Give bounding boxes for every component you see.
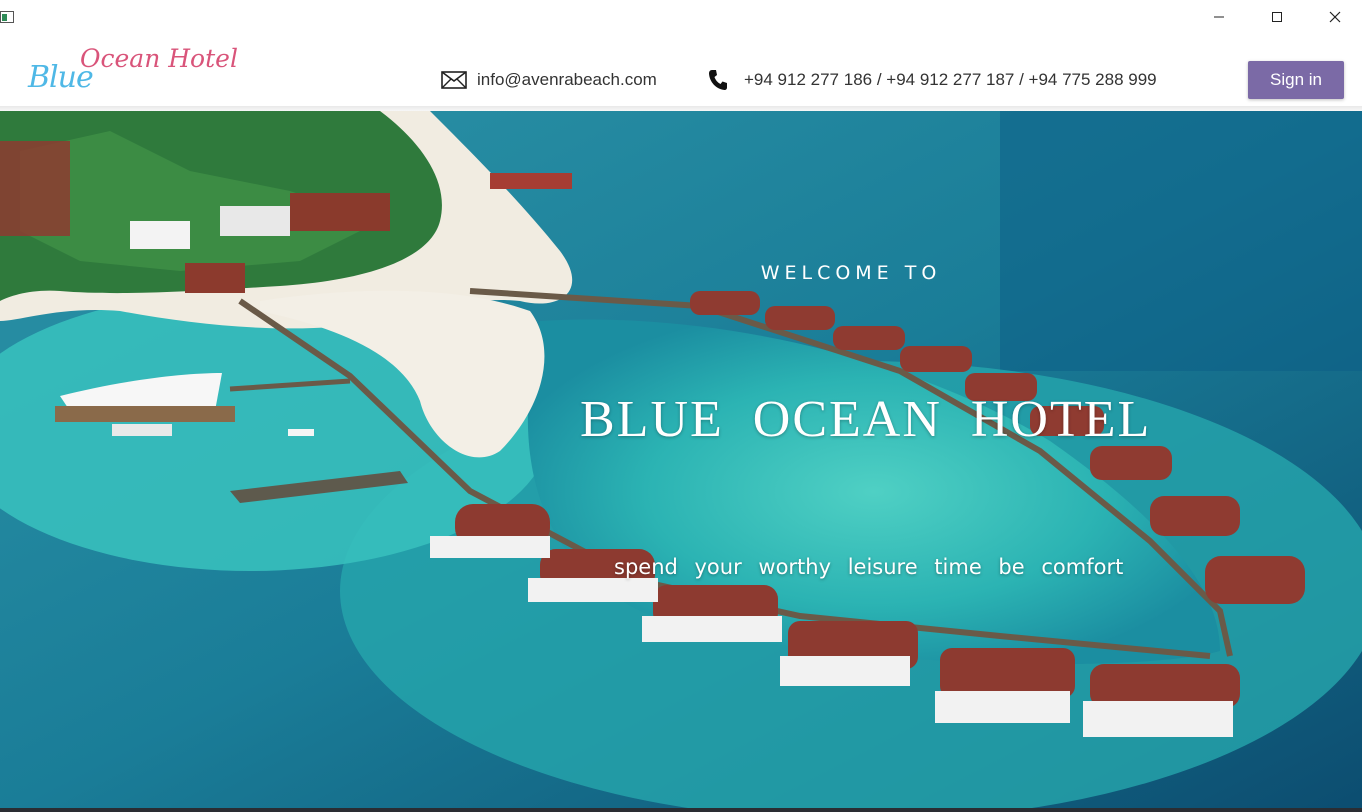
close-button[interactable] <box>1312 0 1358 34</box>
mail-icon <box>441 71 467 89</box>
contact-email-text: info@avenrabeach.com <box>477 70 657 89</box>
hero-banner: WELCOME TO BLUE OCEAN HOTEL spend your w… <box>0 111 1362 812</box>
minimize-button[interactable] <box>1196 0 1242 34</box>
site-header: Blue Ocean Hotel info@avenrabeach.com +9… <box>0 34 1362 108</box>
sign-in-button[interactable]: Sign in <box>1248 61 1344 99</box>
contact-phone[interactable]: +94 912 277 186 / +94 912 277 187 / +94 … <box>708 69 1157 91</box>
hero-title: BLUE OCEAN HOTEL <box>580 391 1152 448</box>
app-icon <box>0 10 14 23</box>
maximize-button[interactable] <box>1254 0 1300 34</box>
window-title-bar <box>0 0 1362 34</box>
contact-email[interactable]: info@avenrabeach.com <box>441 69 657 91</box>
logo-text-ocean-hotel: Ocean Hotel <box>80 44 238 73</box>
hotel-logo[interactable]: Blue Ocean Hotel <box>18 42 258 100</box>
hero-welcome-text: WELCOME TO <box>760 262 942 284</box>
phone-icon <box>709 70 727 90</box>
maximize-icon <box>1272 12 1282 22</box>
hero-tagline: spend your worthy leisure time be comfor… <box>614 555 1124 579</box>
bottom-strip <box>0 808 1362 812</box>
contact-phone-text: +94 912 277 186 / +94 912 277 187 / +94 … <box>744 70 1157 89</box>
close-icon <box>1329 11 1341 23</box>
minimize-icon <box>1214 16 1224 18</box>
hero-background-image <box>0 111 1362 812</box>
